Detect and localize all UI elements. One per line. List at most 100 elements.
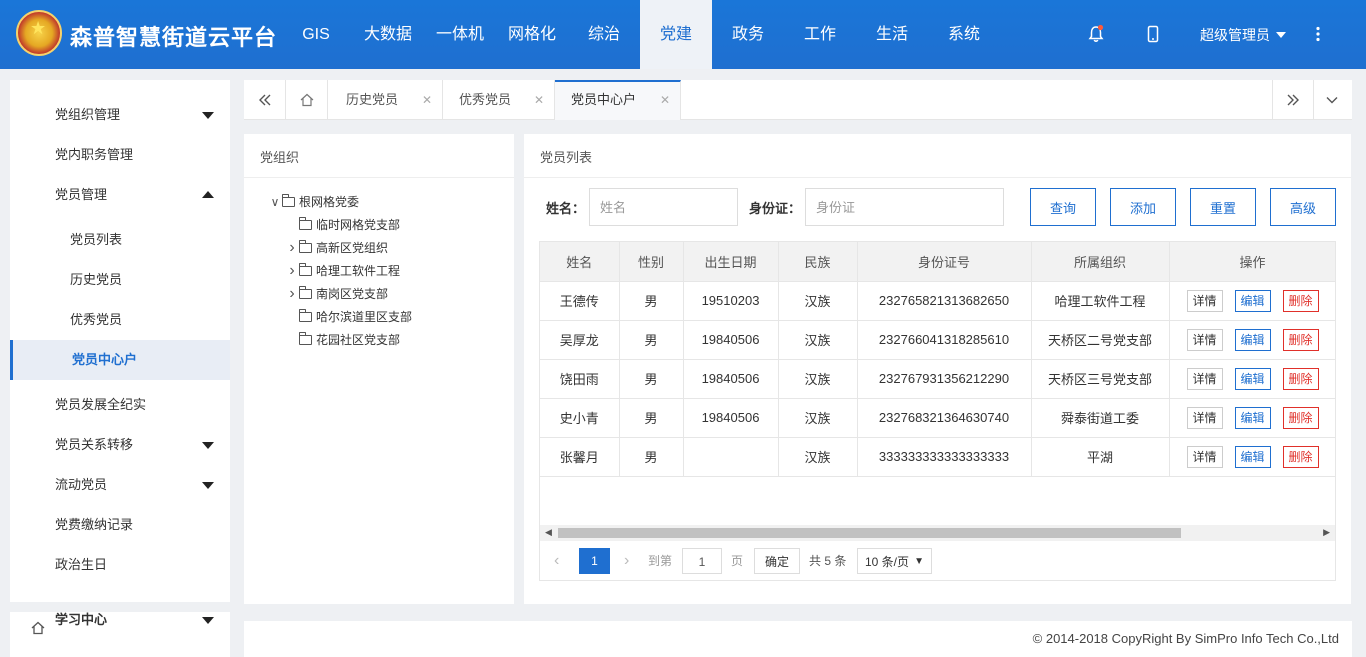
caret-down-icon — [202, 482, 214, 489]
sidebar-item[interactable]: 优秀党员 — [10, 300, 230, 340]
user-name: 超级管理员 — [1200, 27, 1270, 43]
sidebar-item[interactable]: 党内职务管理 — [10, 135, 230, 175]
nav-item[interactable]: 工作 — [784, 0, 856, 69]
reset-button[interactable]: 重置 — [1190, 188, 1256, 226]
chevron-right-icon[interactable]: › — [285, 238, 299, 258]
chevron-down-icon — [1326, 97, 1338, 104]
nav-item[interactable]: 大数据 — [352, 0, 424, 69]
tree-node[interactable]: › 哈理工软件工程 — [285, 261, 400, 281]
table-cell — [683, 437, 779, 477]
add-button[interactable]: 添加 — [1110, 188, 1176, 226]
sidebar-item[interactable]: 党组织管理 — [10, 95, 230, 135]
query-button[interactable]: 查询 — [1030, 188, 1096, 226]
page-size-select[interactable]: 10 条/页 ▼ — [857, 548, 932, 574]
chevron-down-icon[interactable]: ∨ — [268, 192, 282, 212]
prev-page-icon[interactable]: ‹ — [554, 548, 559, 574]
table-cell: 男 — [619, 359, 684, 399]
page-number-current[interactable]: 1 — [579, 548, 610, 574]
divider — [244, 177, 514, 178]
table-cell: 哈理工软件工程 — [1031, 281, 1170, 321]
name-input[interactable] — [589, 188, 738, 226]
tree-node-root[interactable]: ∨ 根网格党委 — [268, 192, 359, 212]
delete-button[interactable]: 删除 — [1282, 328, 1319, 351]
caret-up-icon — [202, 191, 214, 198]
more-icon[interactable] — [1308, 24, 1330, 46]
user-menu[interactable]: 超级管理员 — [1200, 25, 1286, 45]
sidebar-item[interactable]: 党费缴纳记录 — [10, 505, 230, 545]
tree-node[interactable]: › 高新区党组织 — [285, 238, 388, 258]
page-unit-label: 页 — [731, 554, 744, 568]
scroll-left-arrow-icon[interactable]: ◀ — [545, 527, 552, 538]
sidebar-item[interactable]: 党员发展全纪实 — [10, 385, 230, 425]
sidebar-item[interactable]: 党员关系转移 — [10, 425, 230, 465]
tree-node-label: 哈尔滨道里区支部 — [316, 310, 413, 324]
close-icon[interactable]: ✕ — [534, 80, 544, 120]
scroll-left-button[interactable] — [244, 80, 286, 120]
edit-button[interactable]: 编辑 — [1234, 406, 1271, 429]
nav-item[interactable]: 党建 — [640, 0, 712, 69]
sidebar-item-study-center[interactable]: 学习中心 — [10, 600, 230, 640]
sidebar-item[interactable]: 党员列表 — [10, 220, 230, 260]
sidebar-item[interactable]: 流动党员 — [10, 465, 230, 505]
folder-icon — [299, 309, 312, 322]
scrollbar-thumb[interactable] — [558, 528, 1181, 538]
tree-node[interactable]: 临时网格党支部 — [285, 215, 400, 235]
nav-item[interactable]: 系统 — [928, 0, 1000, 69]
scroll-right-button[interactable] — [1272, 80, 1314, 120]
table-cell: 19840506 — [683, 320, 779, 360]
tree-node[interactable]: 哈尔滨道里区支部 — [285, 307, 412, 327]
detail-button[interactable]: 详情 — [1186, 289, 1223, 312]
detail-button[interactable]: 详情 — [1186, 445, 1223, 468]
column-header: 操作 — [1169, 242, 1335, 282]
scroll-right-arrow-icon[interactable]: ▶ — [1323, 527, 1330, 538]
detail-button[interactable]: 详情 — [1186, 406, 1223, 429]
mobile-icon[interactable] — [1143, 24, 1165, 46]
chevron-right-icon[interactable]: › — [285, 261, 299, 281]
id-card-input[interactable] — [805, 188, 1004, 226]
delete-button[interactable]: 删除 — [1282, 367, 1319, 390]
nav-item[interactable]: 生活 — [856, 0, 928, 69]
close-icon[interactable]: ✕ — [422, 80, 432, 120]
sidebar-item[interactable]: 党员中心户 — [10, 340, 230, 380]
tab-menu-button[interactable] — [1312, 80, 1352, 120]
bell-icon[interactable] — [1086, 24, 1108, 46]
delete-button[interactable]: 删除 — [1282, 289, 1319, 312]
sidebar-item[interactable]: 历史党员 — [10, 260, 230, 300]
horizontal-scrollbar[interactable]: ◀ ▶ — [540, 525, 1335, 541]
close-icon[interactable]: ✕ — [660, 82, 670, 118]
delete-button[interactable]: 删除 — [1282, 406, 1319, 429]
sidebar-item-label: 党费缴纳记录 — [55, 517, 134, 532]
tab[interactable]: 党员中心户 ✕ — [555, 80, 681, 120]
chevron-right-icon[interactable]: › — [285, 284, 299, 304]
table-cell: 张馨月 — [540, 437, 620, 477]
tree-node[interactable]: 花园社区党支部 — [285, 330, 400, 350]
edit-button[interactable]: 编辑 — [1234, 445, 1271, 468]
advanced-button[interactable]: 高级 — [1270, 188, 1336, 226]
sidebar-item[interactable]: 党员管理 — [10, 175, 230, 215]
goto-page-input[interactable]: 1 — [682, 548, 722, 574]
detail-button[interactable]: 详情 — [1186, 367, 1223, 390]
actions-cell: 详情 编辑 删除 — [1169, 398, 1335, 438]
tab[interactable]: 优秀党员 ✕ — [443, 80, 555, 120]
nav-item[interactable]: 一体机 — [424, 0, 496, 69]
edit-button[interactable]: 编辑 — [1234, 367, 1271, 390]
goto-confirm-button[interactable]: 确定 — [754, 548, 800, 574]
edit-button[interactable]: 编辑 — [1234, 289, 1271, 312]
id-label: 身份证： — [749, 201, 802, 216]
sidebar-item[interactable]: 政治生日 — [10, 545, 230, 585]
home-tab-button[interactable] — [286, 80, 328, 120]
tree-node[interactable]: › 南岗区党支部 — [285, 284, 388, 304]
detail-button[interactable]: 详情 — [1186, 328, 1223, 351]
column-header: 姓名 — [540, 242, 620, 282]
nav-item[interactable]: 网格化 — [496, 0, 568, 69]
nav-item[interactable]: 综治 — [568, 0, 640, 69]
nav-item[interactable]: 政务 — [712, 0, 784, 69]
table-cell: 19510203 — [683, 281, 779, 321]
delete-button[interactable]: 删除 — [1282, 445, 1319, 468]
table-cell: 天桥区三号党支部 — [1031, 359, 1170, 399]
tab[interactable]: 历史党员 ✕ — [330, 80, 443, 120]
table-row: 王德传男 19510203 汉族 232765821313682650 哈理工软件工程详… — [540, 281, 1335, 321]
next-page-icon[interactable]: › — [624, 548, 629, 574]
edit-button[interactable]: 编辑 — [1234, 328, 1271, 351]
nav-item[interactable]: GIS — [280, 0, 352, 69]
